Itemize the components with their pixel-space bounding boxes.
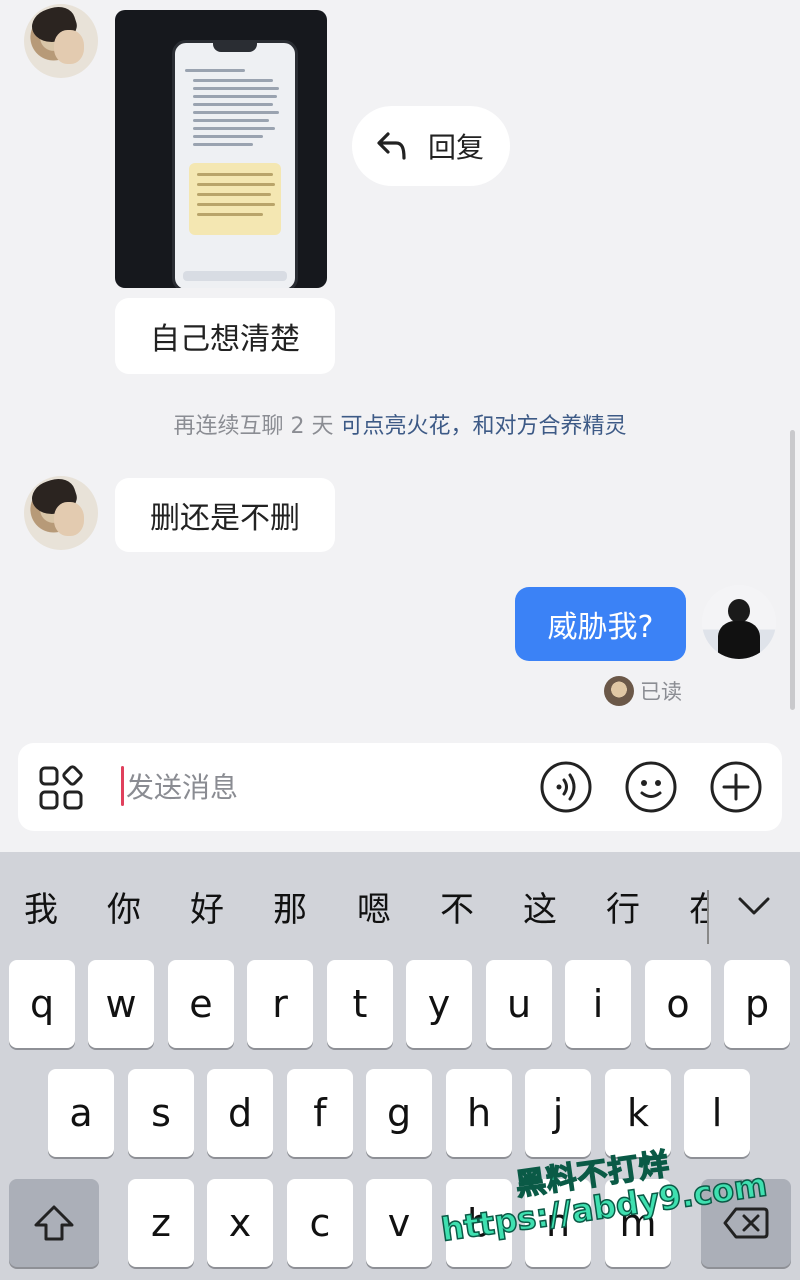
key-a[interactable]: a [48, 1069, 114, 1157]
message-bubble-outgoing[interactable]: 威胁我? [515, 587, 686, 661]
candidate-word[interactable]: 好 [190, 882, 224, 931]
read-receipt: 已读 [604, 676, 682, 706]
reply-label: 回复 [428, 131, 485, 164]
chevron-down-icon[interactable] [736, 894, 772, 918]
key-s[interactable]: s [128, 1069, 194, 1157]
message-text: 威胁我? [547, 610, 654, 645]
key-y[interactable]: y [406, 960, 472, 1048]
contact-avatar[interactable] [24, 4, 98, 78]
shift-key[interactable] [9, 1179, 99, 1267]
key-r[interactable]: r [247, 960, 313, 1048]
notice-link[interactable]: 可点亮火花，和对方合养精灵 [340, 414, 626, 439]
scrollbar[interactable] [790, 430, 795, 710]
key-c[interactable]: c [287, 1179, 353, 1267]
message-text: 自己想清楚 [150, 322, 300, 357]
key-i[interactable]: i [565, 960, 631, 1048]
message-input[interactable] [126, 765, 526, 809]
candidate-word[interactable]: 这 [523, 882, 557, 931]
image-message[interactable] [115, 10, 327, 288]
candidate-word[interactable]: 在 [689, 882, 707, 931]
key-u[interactable]: u [486, 960, 552, 1048]
candidate-word[interactable]: 那 [273, 882, 307, 931]
reply-button[interactable]: 回复 [352, 106, 510, 186]
voice-icon[interactable] [539, 760, 593, 814]
text-caret [121, 766, 124, 806]
key-d[interactable]: d [207, 1069, 273, 1157]
key-x[interactable]: x [207, 1179, 273, 1267]
candidate-word[interactable]: 你 [107, 882, 141, 931]
key-h[interactable]: h [446, 1069, 512, 1157]
candidate-word[interactable]: 嗯 [357, 882, 391, 931]
contact-avatar[interactable] [24, 476, 98, 550]
key-v[interactable]: v [366, 1179, 432, 1267]
key-q[interactable]: q [9, 960, 75, 1048]
emoji-icon[interactable] [624, 760, 678, 814]
key-t[interactable]: t [327, 960, 393, 1048]
shift-icon [34, 1205, 74, 1241]
notice-text: 再连续互聊 2 天 [173, 414, 341, 439]
key-z[interactable]: z [128, 1179, 194, 1267]
message-bubble-incoming[interactable]: 自己想清楚 [115, 298, 335, 374]
phone-screenshot-image [172, 40, 298, 288]
plus-icon[interactable] [709, 760, 763, 814]
reply-arrow-icon [377, 132, 406, 160]
apps-grid-icon[interactable] [38, 765, 84, 811]
candidate-word[interactable]: 行 [606, 882, 640, 931]
streak-notice: 再连续互聊 2 天 可点亮火花，和对方合养精灵 [0, 408, 800, 440]
key-g[interactable]: g [366, 1069, 432, 1157]
message-input-bar [18, 743, 782, 831]
my-avatar[interactable] [702, 585, 776, 659]
read-status-text: 已读 [640, 680, 682, 704]
key-w[interactable]: w [88, 960, 154, 1048]
candidate-word[interactable]: 我 [24, 882, 58, 931]
key-o[interactable]: o [645, 960, 711, 1048]
candidate-word[interactable]: 不 [440, 882, 474, 931]
candidate-bar: 我 你 好 那 嗯 不 这 行 在 [0, 852, 800, 952]
chat-area: 回复 自己想清楚 再连续互聊 2 天 可点亮火花，和对方合养精灵 删还是不删 威… [0, 0, 800, 745]
message-text: 删还是不删 [150, 501, 300, 536]
key-e[interactable]: e [168, 960, 234, 1048]
message-bubble-incoming[interactable]: 删还是不删 [115, 478, 335, 552]
read-avatar [604, 676, 634, 706]
key-p[interactable]: p [724, 960, 790, 1048]
key-j[interactable]: j [525, 1069, 591, 1157]
key-f[interactable]: f [287, 1069, 353, 1157]
